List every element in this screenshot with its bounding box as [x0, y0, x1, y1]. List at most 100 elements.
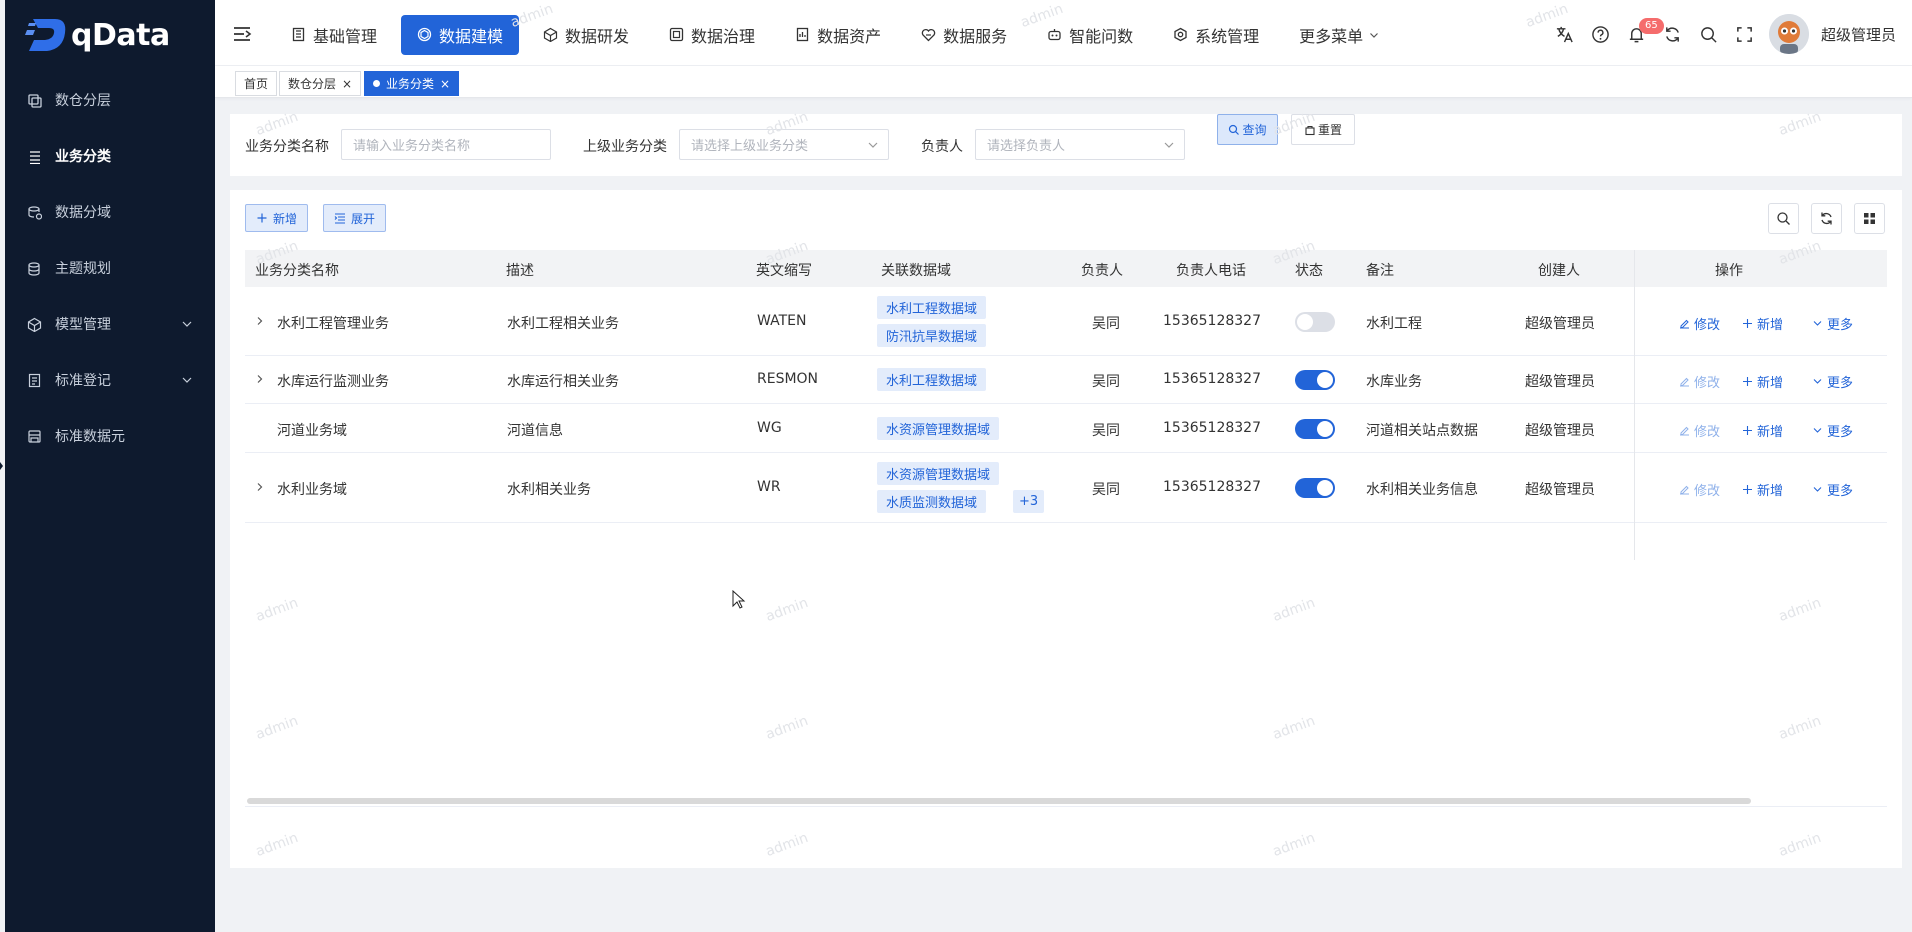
chevron-down-icon [1813, 379, 1822, 384]
more-actions-button[interactable]: 更多 [1812, 421, 1853, 440]
sidebar-item-3[interactable]: 主题规划 [5, 240, 215, 296]
chevron-right-icon[interactable] [255, 316, 265, 326]
chevron-down-icon [1813, 487, 1822, 492]
avatar[interactable] [1768, 14, 1809, 54]
active-dot-icon [373, 80, 380, 87]
toggle-search-button[interactable] [1768, 203, 1799, 234]
plus-icon [1743, 319, 1752, 328]
top-nav-item-7[interactable]: 系统管理 [1157, 15, 1275, 55]
search-icon [1777, 212, 1790, 225]
edit-button[interactable]: 修改 [1679, 314, 1720, 333]
sidebar-item-1[interactable]: 业务分类 [5, 128, 215, 184]
owner-filter-select[interactable]: 请选择负责人 [975, 129, 1185, 160]
sidebar-item-0[interactable]: 数仓分层 [5, 72, 215, 128]
table-row[interactable]: 河道业务域 河道信息 WG 水资源管理数据域 吴同 15365128327 河道相关站点数据… [245, 404, 1887, 453]
top-nav-item-8[interactable]: 更多菜单 [1283, 15, 1395, 55]
name-filter-input[interactable]: 请输入业务分类名称 [341, 129, 551, 160]
username[interactable]: 超级管理员 [1821, 24, 1896, 45]
top-nav-label: 基础管理 [313, 27, 378, 46]
model-icon [417, 27, 433, 43]
expand-all-button[interactable]: 展开 [323, 204, 387, 232]
top-nav-item-1[interactable]: 数据建模 [401, 15, 520, 55]
tab-1[interactable]: 数仓分层 × [279, 71, 362, 96]
add-child-button[interactable]: 新增 [1742, 372, 1783, 391]
search-icon[interactable] [1691, 16, 1727, 52]
column-header-3: 关联数据域 [881, 263, 951, 279]
table-header: 业务分类名称 描述 英文缩写 关联数据域 负责人 负责人电话 状态 备注 创建人 操作 [245, 250, 1887, 287]
top-nav-item-5[interactable]: 数据服务 [905, 15, 1023, 55]
menu-collapse-icon[interactable] [232, 25, 252, 43]
table-row[interactable]: 水库运行监测业务 水库运行相关业务 RESMON 水利工程数据域 吴同 153651283… [245, 356, 1887, 404]
fullscreen-icon[interactable] [1727, 16, 1763, 52]
sidebar-item-5[interactable]: 标准登记 [5, 352, 215, 408]
chevron-right-icon[interactable] [255, 482, 265, 492]
add-button-label: 新增 [273, 211, 298, 226]
top-nav-item-0[interactable]: 基础管理 [275, 15, 393, 55]
tab-2[interactable]: 业务分类 × [364, 71, 460, 96]
sidebar-item-2[interactable]: 数据分域 [5, 184, 215, 240]
status-toggle[interactable] [1295, 419, 1335, 439]
refresh-table-button[interactable] [1811, 203, 1842, 234]
sidebar-handle-icon[interactable] [0, 460, 4, 472]
top-nav-item-3[interactable]: 数据治理 [653, 15, 771, 55]
horizontal-scrollbar[interactable] [247, 798, 1751, 804]
name-filter-label: 业务分类名称 [245, 139, 329, 155]
sidebar-item-6[interactable]: 标准数据元 [5, 408, 215, 464]
chevron-right-icon[interactable] [255, 374, 265, 384]
add-child-button[interactable]: 新增 [1742, 421, 1783, 440]
cell-remark: 水利相关业务信息 [1366, 482, 1478, 498]
cell-phone: 15365128327 [1163, 371, 1261, 387]
query-button[interactable]: 查询 [1217, 114, 1278, 145]
parent-filter-label: 上级业务分类 [583, 139, 667, 155]
top-header: 基础管理 数据建模 数据研发 数据治理 数据资产 数据服务 智能问数 系统管理 更多菜单 65 [215, 0, 1912, 66]
column-header-1: 描述 [506, 263, 534, 279]
sidebar-item-label: 业务分类 [55, 149, 111, 165]
top-nav-item-2[interactable]: 数据研发 [527, 15, 645, 55]
save-icon [25, 427, 43, 445]
plus-icon [1743, 426, 1752, 435]
add-child-button[interactable]: 新增 [1742, 314, 1783, 333]
sidebar-menu: 数仓分层业务分类数据分域主题规划 模型管理标准登记标准数据元 [5, 72, 215, 464]
top-nav-label: 数据治理 [691, 27, 756, 46]
column-settings-button[interactable] [1854, 203, 1885, 234]
database-domain-icon [25, 203, 43, 221]
refresh-icon[interactable] [1655, 16, 1691, 52]
tab-0[interactable]: 首页 [235, 71, 278, 96]
add-button[interactable]: 新增 [245, 204, 309, 232]
more-actions-button[interactable]: 更多 [1812, 372, 1853, 391]
cell-abbr: WATEN [757, 313, 807, 329]
translate-icon[interactable] [1547, 16, 1583, 52]
add-child-button[interactable]: 新增 [1742, 480, 1783, 499]
status-toggle[interactable] [1295, 478, 1335, 498]
status-toggle[interactable] [1295, 370, 1335, 390]
refresh-icon [1821, 212, 1832, 225]
help-icon[interactable] [1583, 16, 1619, 52]
top-nav-item-4[interactable]: 数据资产 [779, 15, 897, 55]
table-row[interactable]: 水利工程管理业务 水利工程相关业务 WATEN 水利工程数据域 防汛抗旱数据域 吴同 153… [245, 287, 1887, 356]
cube-icon [543, 27, 559, 43]
close-icon[interactable]: × [440, 77, 450, 91]
more-actions-button[interactable]: 更多 [1812, 480, 1853, 499]
notification-bell-icon[interactable]: 65 [1619, 16, 1664, 52]
edit-icon [1680, 319, 1689, 329]
sidebar-item-label: 标准登记 [55, 373, 111, 389]
edit-button[interactable]: 修改 [1679, 372, 1720, 391]
reset-button-label: 重置 [1317, 123, 1342, 137]
close-icon[interactable]: × [342, 77, 352, 91]
edit-button[interactable]: 修改 [1679, 421, 1720, 440]
chevron-down-icon [182, 321, 192, 327]
more-domains-tag[interactable]: +3 [1013, 490, 1045, 513]
table-row[interactable]: 水利业务域 水利相关业务 WR 水资源管理数据域 水质监测数据域 +3 吴同 15365128… [245, 453, 1887, 523]
search-form: 业务分类名称 请输入业务分类名称 上级业务分类 请选择上级业务分类 负责人 请选… [230, 114, 1902, 176]
sidebar-item-label: 数据分域 [55, 205, 111, 221]
reset-button[interactable]: 重置 [1291, 114, 1355, 145]
edit-button[interactable]: 修改 [1679, 480, 1720, 499]
logo[interactable]: qData [5, 0, 215, 70]
cell-remark: 河道相关站点数据 [1366, 423, 1478, 439]
more-actions-button[interactable]: 更多 [1812, 314, 1853, 333]
parent-filter-select[interactable]: 请选择上级业务分类 [679, 129, 889, 160]
govern-icon [669, 27, 685, 43]
sidebar-item-4[interactable]: 模型管理 [5, 296, 215, 352]
status-toggle[interactable] [1295, 312, 1335, 332]
top-nav-item-6[interactable]: 智能问数 [1031, 15, 1149, 55]
